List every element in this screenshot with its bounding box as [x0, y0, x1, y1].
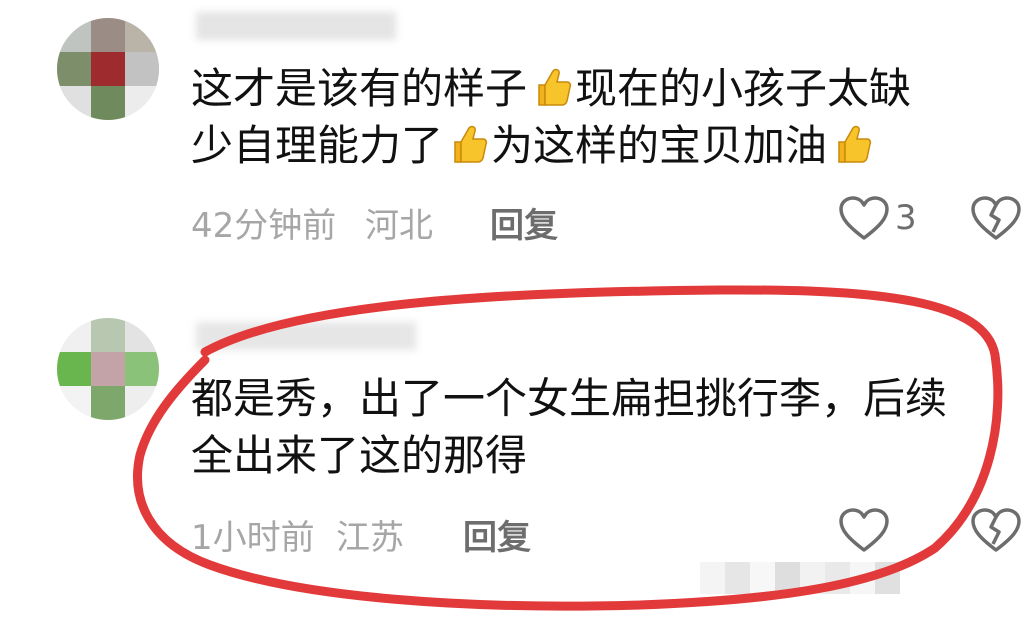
comment-text-part: 现在的小孩子太缺	[575, 64, 912, 113]
comment-text: 这才是该有的样子 现在的小孩子太缺	[191, 60, 911, 118]
comment-text-part: 为这样的宝贝加油	[491, 121, 828, 170]
username-blur	[196, 12, 396, 40]
comment-time: 1小时前	[191, 518, 315, 558]
thumbs-up-icon	[454, 125, 488, 163]
mosaic-bar	[700, 562, 900, 594]
thumbs-up-icon	[538, 68, 572, 106]
comment-text: 少自理能力了 为这样的宝贝加油	[191, 117, 875, 175]
broken-heart-icon[interactable]	[970, 508, 1021, 554]
comment-location: 河北	[365, 206, 433, 246]
broken-heart-icon[interactable]	[970, 196, 1021, 242]
avatar[interactable]	[57, 18, 159, 120]
comment-text: 都是秀，出了一个女生扁担挑行李，后续	[191, 374, 948, 423]
comment-location: 江苏	[336, 518, 404, 558]
comment-text-part: 少自理能力了	[191, 121, 444, 170]
comment-text-part: 这才是该有的样子	[191, 64, 528, 113]
comment-text: 全出来了这的那得	[191, 431, 528, 480]
like-count: 3	[895, 198, 917, 238]
heart-icon[interactable]	[838, 196, 890, 242]
comment-time: 42分钟前	[191, 206, 337, 246]
username-blur	[196, 322, 416, 350]
reply-button[interactable]: 回复	[490, 198, 558, 247]
avatar[interactable]	[57, 318, 159, 420]
heart-icon[interactable]	[838, 508, 890, 554]
thumbs-up-icon	[838, 125, 872, 163]
reply-button[interactable]: 回复	[463, 510, 531, 559]
